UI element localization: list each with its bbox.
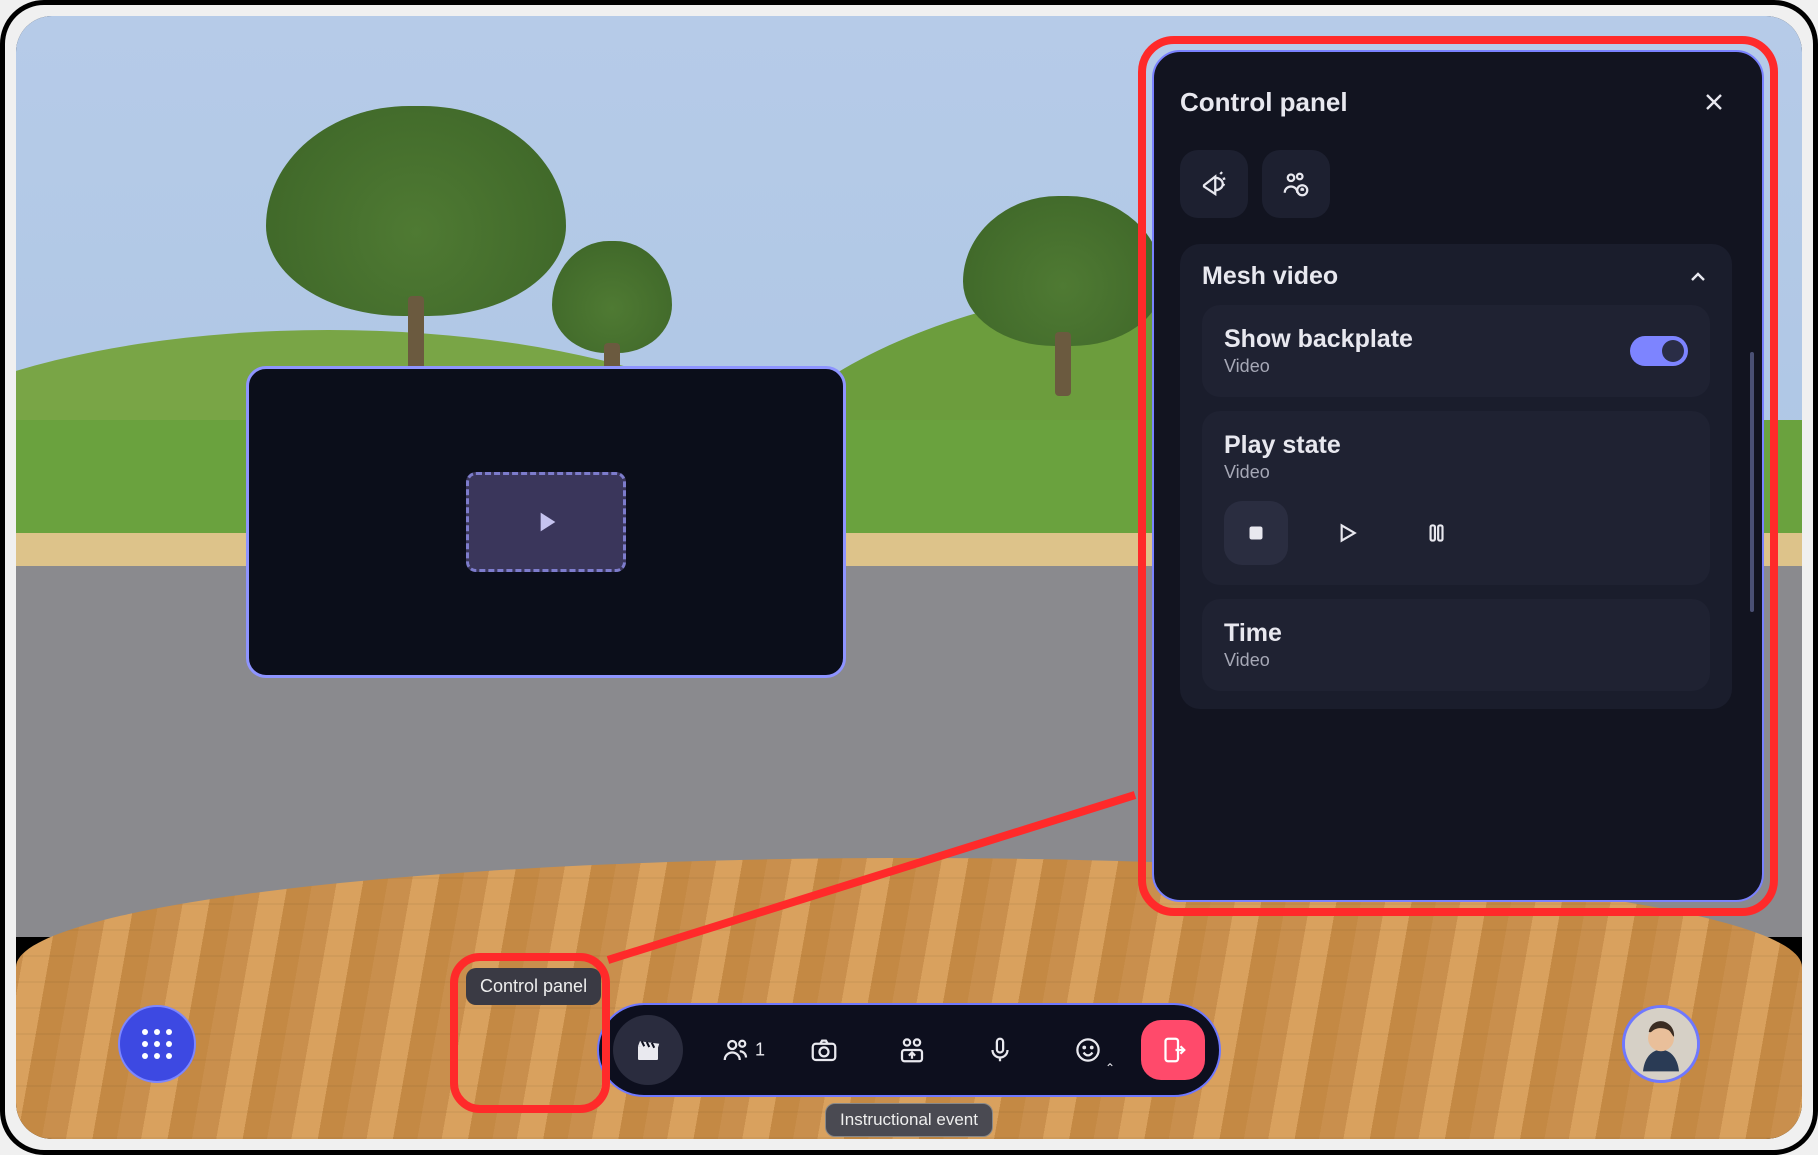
pause-button[interactable] (1404, 501, 1468, 565)
show-backplate-toggle[interactable] (1630, 336, 1688, 366)
dock-event-label: Instructional event (825, 1103, 993, 1137)
row-sublabel: Video (1224, 356, 1413, 377)
stop-button[interactable] (1224, 501, 1288, 565)
show-backplate-row: Show backplate Video (1202, 305, 1710, 397)
smile-icon (1073, 1035, 1103, 1065)
control-panel: Control panel (1152, 50, 1764, 902)
people-icon (721, 1035, 751, 1065)
row-label: Play state (1224, 431, 1688, 460)
avatar-button[interactable] (1622, 1005, 1700, 1083)
control-panel-button[interactable] (613, 1015, 683, 1085)
row-sublabel: Video (1224, 462, 1688, 483)
mute-all-button[interactable] (1262, 150, 1330, 218)
camera-button[interactable] (789, 1015, 859, 1085)
avatar-icon (1625, 1008, 1697, 1080)
section-title: Mesh video (1202, 262, 1338, 291)
leave-button[interactable] (1141, 1020, 1205, 1080)
leave-icon (1158, 1035, 1188, 1065)
row-label: Show backplate (1224, 325, 1413, 354)
mesh-video-section-header[interactable]: Mesh video (1202, 262, 1710, 291)
panel-scrollbar[interactable] (1750, 352, 1754, 612)
tree (266, 106, 566, 386)
apps-grid-icon (142, 1029, 172, 1059)
time-row: Time Video (1202, 599, 1710, 691)
microphone-icon (985, 1035, 1015, 1065)
tree (963, 196, 1163, 396)
reactions-button[interactable]: ⌃ (1053, 1015, 1123, 1085)
play-icon (530, 506, 562, 538)
control-panel-tooltip: Control panel (466, 968, 601, 1005)
close-icon (1702, 90, 1726, 114)
play-button[interactable] (1314, 501, 1378, 565)
megaphone-button[interactable] (1180, 150, 1248, 218)
people-count: 1 (755, 1040, 765, 1061)
panel-highlight: Control panel (1138, 36, 1778, 916)
panel-title: Control panel (1180, 87, 1348, 118)
people-mute-icon (1281, 169, 1311, 199)
row-sublabel: Video (1224, 650, 1688, 671)
bottom-dock: 1 ⌃ (597, 1003, 1221, 1097)
apps-menu-button[interactable] (118, 1005, 196, 1083)
pause-icon (1423, 520, 1449, 546)
play-state-row: Play state Video (1202, 411, 1710, 585)
chevron-up-icon (1686, 265, 1710, 289)
stop-icon (1243, 520, 1269, 546)
mesh-video-panel[interactable] (246, 366, 846, 678)
row-label: Time (1224, 619, 1688, 648)
chevron-up-icon: ⌃ (1105, 1061, 1115, 1075)
video-placeholder (466, 472, 626, 572)
camera-icon (809, 1035, 839, 1065)
microphone-button[interactable] (965, 1015, 1035, 1085)
people-button[interactable]: 1 (701, 1015, 771, 1085)
panel-close-button[interactable] (1694, 82, 1734, 122)
screenshare-button[interactable] (877, 1015, 947, 1085)
play-icon (1333, 520, 1359, 546)
megaphone-icon (1199, 169, 1229, 199)
screenshare-icon (897, 1035, 927, 1065)
clapperboard-icon (633, 1035, 663, 1065)
